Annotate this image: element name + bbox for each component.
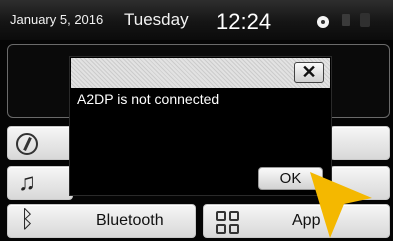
status-bar: January 5, 2016 Tuesday 12:24	[0, 0, 393, 40]
sd-card-icon	[342, 14, 350, 26]
a2dp-alert-dialog: ✕ A2DP is not connected OK	[69, 56, 332, 196]
bluetooth-button-label: Bluetooth	[96, 212, 164, 229]
date-label: January 5, 2016	[10, 12, 104, 27]
compass-icon	[16, 133, 38, 155]
dialog-message: A2DP is not connected	[77, 91, 220, 107]
navigation-button[interactable]	[7, 126, 73, 160]
dialog-close-button[interactable]: ✕	[294, 62, 324, 83]
bluetooth-button[interactable]: ᛒ Bluetooth	[7, 204, 196, 238]
disc-icon	[317, 16, 329, 28]
clock: 12:24	[216, 9, 272, 34]
day-label: Tuesday	[124, 10, 189, 29]
music-note-icon: ♫	[18, 169, 36, 196]
right-menu-button-1[interactable]	[330, 126, 390, 160]
battery-icon	[360, 13, 370, 27]
dialog-title-bar: ✕	[71, 58, 330, 88]
music-button[interactable]: ♫	[7, 166, 73, 200]
head-unit-screen: January 5, 2016 Tuesday 12:24 ♫ ᛒ Blueto…	[0, 0, 393, 241]
apps-grid-icon	[216, 211, 240, 235]
pointer-arrow-icon	[310, 172, 372, 238]
bluetooth-icon: ᛒ	[20, 206, 35, 233]
